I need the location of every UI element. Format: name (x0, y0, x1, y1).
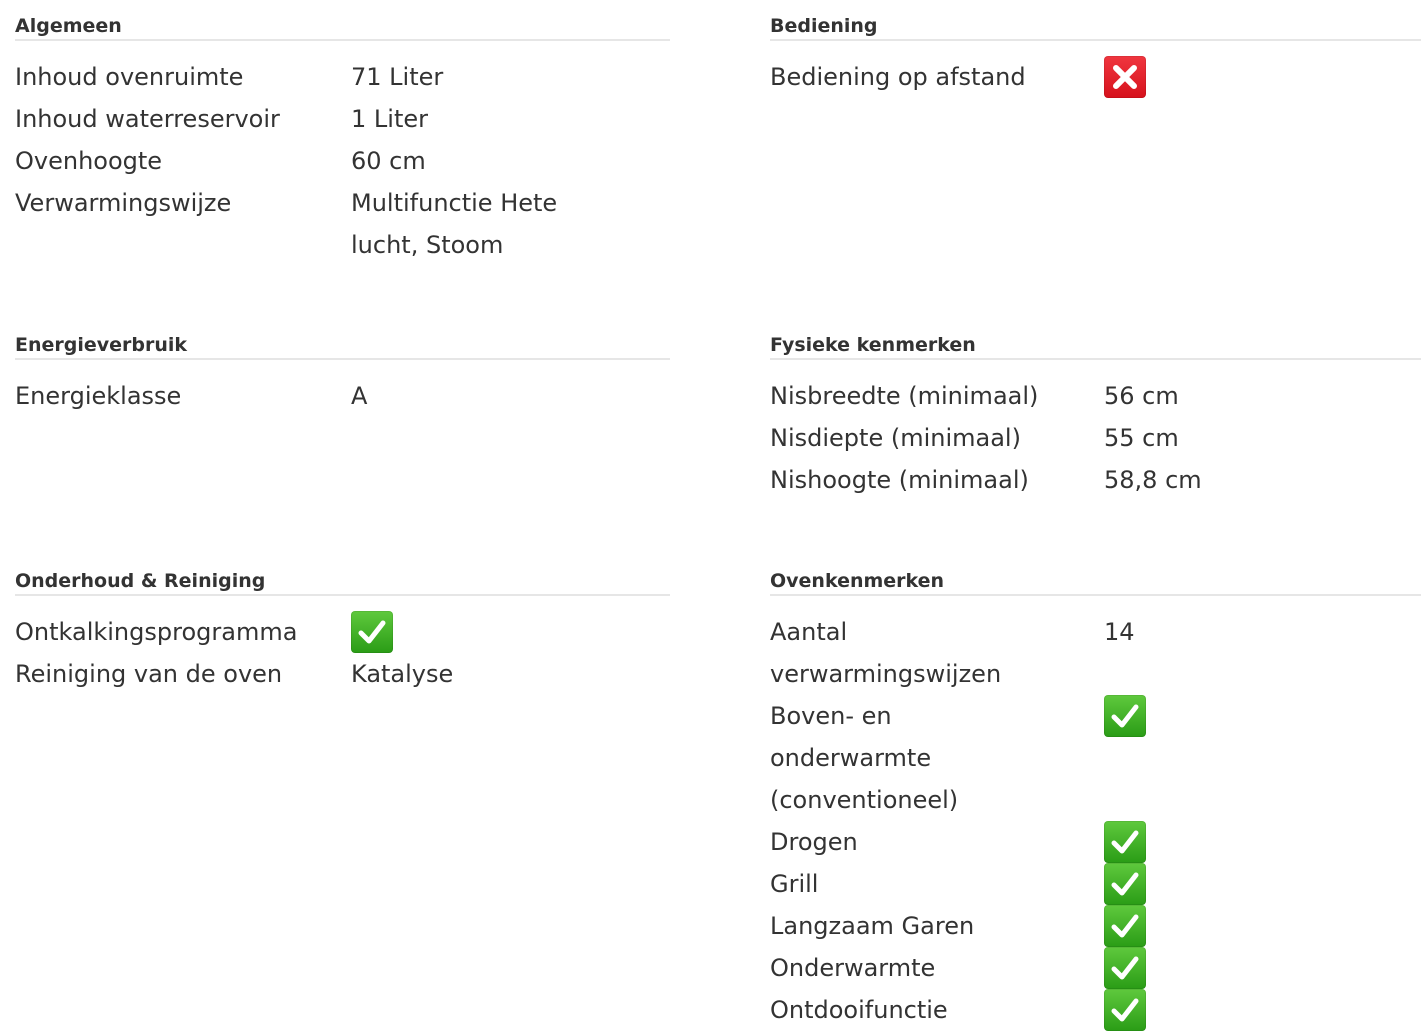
spec-row: Nisbreedte (minimaal) 56 cm (770, 375, 1421, 417)
spec-value (1104, 905, 1404, 947)
section-algemeen: Algemeen Inhoud ovenruimte 71 Liter Inho… (15, 13, 670, 266)
spec-label: Ontdooifunctie (770, 996, 948, 1024)
check-icon (1104, 863, 1146, 905)
spec-label: Nisdiepte (minimaal) (770, 424, 1021, 452)
spec-label: Inhoud ovenruimte (15, 63, 244, 91)
spec-label: Aantal verwarmingswijzen (770, 618, 1002, 688)
spec-row: Ontkalkingsprogramma (15, 611, 670, 653)
spec-value (1104, 56, 1404, 98)
spec-row: Ontdooifunctie (770, 989, 1421, 1031)
section-energieverbruik: Energieverbruik Energieklasse A (15, 332, 670, 417)
spec-row: Langzaam Garen (770, 905, 1421, 947)
spec-row: Boven- en onderwarmte (conventioneel) (770, 695, 1421, 821)
spec-label: Reiniging van de oven (15, 660, 283, 688)
spec-label: Drogen (770, 828, 858, 856)
cross-icon (1104, 56, 1146, 98)
spec-label: Energieklasse (15, 382, 182, 410)
spec-value (1104, 989, 1404, 1031)
spec-label: Ovenhoogte (15, 147, 163, 175)
spec-list-onderhoud-reiniging: Ontkalkingsprogramma Reiniging van de ov… (15, 611, 670, 695)
spec-label: Ontkalkingsprogramma (15, 618, 298, 646)
spec-value: 58,8 cm (1104, 466, 1202, 494)
spec-label: Grill (770, 870, 819, 898)
spec-row: Verwarmingswijze Multifunctie Hete lucht… (15, 182, 670, 266)
spec-value: 71 Liter (351, 63, 444, 91)
section-title-onderhoud-reiniging: Onderhoud & Reiniging (15, 568, 670, 596)
spec-row: Ovenhoogte 60 cm (15, 140, 670, 182)
spec-label: Verwarmingswijze (15, 189, 232, 217)
section-title-energieverbruik: Energieverbruik (15, 332, 670, 360)
check-icon (351, 611, 393, 653)
spec-value: 56 cm (1104, 382, 1179, 410)
spec-value: 60 cm (351, 147, 426, 175)
check-icon (1104, 989, 1146, 1031)
spec-row: Drogen (770, 821, 1421, 863)
spec-list-algemeen: Inhoud ovenruimte 71 Liter Inhoud waterr… (15, 56, 670, 266)
spec-value (351, 611, 601, 653)
spec-row: Aantal verwarmingswijzen 14 (770, 611, 1421, 695)
spec-row: Nishoogte (minimaal) 58,8 cm (770, 459, 1421, 501)
section-title-bediening: Bediening (770, 13, 1421, 41)
spec-row: Grill (770, 863, 1421, 905)
spec-label: Boven- en onderwarmte (conventioneel) (770, 702, 959, 814)
section-ovenkenmerken: Ovenkenmerken Aantal verwarmingswijzen 1… (770, 568, 1421, 1031)
section-title-algemeen: Algemeen (15, 13, 670, 41)
spec-list-bediening: Bediening op afstand (770, 56, 1421, 98)
spec-label: Langzaam Garen (770, 912, 975, 940)
spec-value (1104, 821, 1404, 863)
spec-value (1104, 863, 1404, 905)
spec-row: Reiniging van de oven Katalyse (15, 653, 670, 695)
spec-list-fysieke-kenmerken: Nisbreedte (minimaal) 56 cm Nisdiepte (m… (770, 375, 1421, 501)
spec-value: A (351, 382, 368, 410)
check-icon (1104, 821, 1146, 863)
spec-label: Inhoud waterreservoir (15, 105, 280, 133)
spec-label: Bediening op afstand (770, 63, 1026, 91)
spec-row: Energieklasse A (15, 375, 670, 417)
spec-value (1104, 695, 1404, 737)
check-icon (1104, 695, 1146, 737)
spec-list-ovenkenmerken: Aantal verwarmingswijzen 14 Boven- en on… (770, 611, 1421, 1031)
section-title-fysieke-kenmerken: Fysieke kenmerken (770, 332, 1421, 360)
spec-row: Inhoud waterreservoir 1 Liter (15, 98, 670, 140)
spec-value: Multifunctie Hete lucht, Stoom (351, 189, 558, 259)
check-icon (1104, 905, 1146, 947)
check-icon (1104, 947, 1146, 989)
spec-row: Bediening op afstand (770, 56, 1421, 98)
spec-label: Nishoogte (minimaal) (770, 466, 1029, 494)
spec-label: Onderwarmte (770, 954, 936, 982)
section-title-ovenkenmerken: Ovenkenmerken (770, 568, 1421, 596)
spec-row: Onderwarmte (770, 947, 1421, 989)
spec-value: 1 Liter (351, 105, 428, 133)
section-fysieke-kenmerken: Fysieke kenmerken Nisbreedte (minimaal) … (770, 332, 1421, 501)
spec-value: Katalyse (351, 660, 454, 688)
section-bediening: Bediening Bediening op afstand (770, 13, 1421, 98)
spec-list-energieverbruik: Energieklasse A (15, 375, 670, 417)
spec-value: 55 cm (1104, 424, 1179, 452)
spec-value (1104, 947, 1404, 989)
spec-label: Nisbreedte (minimaal) (770, 382, 1039, 410)
spec-value: 14 (1104, 618, 1135, 646)
section-onderhoud-reiniging: Onderhoud & Reiniging Ontkalkingsprogram… (15, 568, 670, 695)
spec-row: Inhoud ovenruimte 71 Liter (15, 56, 670, 98)
spec-row: Nisdiepte (minimaal) 55 cm (770, 417, 1421, 459)
